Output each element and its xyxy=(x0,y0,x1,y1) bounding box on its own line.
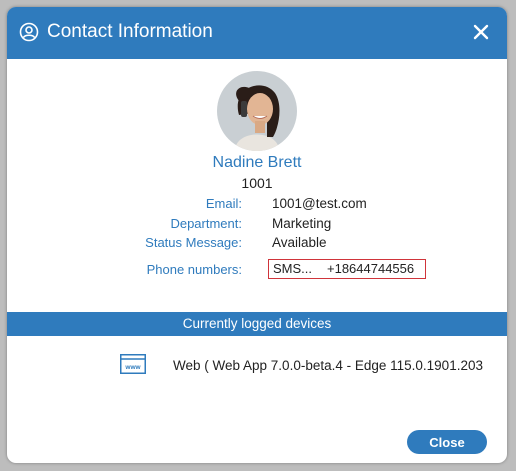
department-label: Department: xyxy=(170,216,242,231)
phone-numbers-label: Phone numbers: xyxy=(146,262,242,277)
devices-section-header: Currently logged devices xyxy=(7,312,507,336)
department-value: Marketing xyxy=(272,216,332,231)
email-label: Email: xyxy=(205,196,242,211)
status-message-label: Status Message: xyxy=(145,235,242,250)
dialog-header: Contact Information xyxy=(7,7,507,59)
close-button[interactable]: Close xyxy=(407,430,487,454)
contact-info-dialog: Contact Information Nadine Brett 1001 Em… xyxy=(7,7,507,463)
device-item: Web ( Web App 7.0.0-beta.4 - Edge 115.0.… xyxy=(173,358,483,373)
avatar xyxy=(217,71,297,151)
phone-type: SMS... xyxy=(273,261,313,276)
contact-icon xyxy=(19,22,39,42)
dialog-title: Contact Information xyxy=(47,21,213,42)
contact-extension: 1001 xyxy=(241,175,273,191)
close-icon[interactable] xyxy=(469,20,493,44)
www-label: www xyxy=(124,364,141,371)
status-message-value: Available xyxy=(272,235,327,250)
phone-number-entry[interactable]: SMS... +18644744556 xyxy=(268,259,426,279)
email-value: 1001@test.com xyxy=(272,196,367,211)
phone-number: +18644744556 xyxy=(327,261,415,276)
contact-name: Nadine Brett xyxy=(212,154,302,171)
web-browser-icon: www xyxy=(120,354,146,374)
